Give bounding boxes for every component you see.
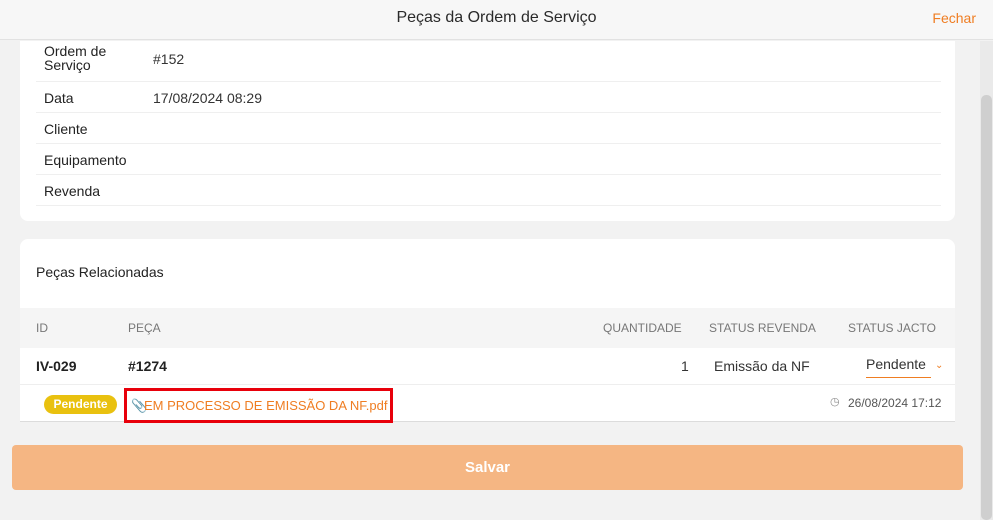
part-quantity: 1: [681, 358, 689, 374]
info-row-equipment: Equipamento: [36, 144, 941, 175]
scrollbar[interactable]: [980, 41, 993, 520]
modal-title: Peças da Ordem de Serviço: [396, 9, 597, 26]
status-badge: Pendente: [44, 395, 117, 414]
column-header-part: PEÇA: [128, 321, 161, 335]
service-order-info-card: Ordem de Serviço #152 Data 17/08/2024 08…: [20, 41, 955, 221]
modal-header: Peças da Ordem de Serviço Fechar: [0, 0, 993, 40]
info-label: Equipamento: [44, 152, 127, 168]
table-row: IV-029 #1274 1 Emissão da NF Pendente ⌄: [20, 348, 955, 385]
modal-body[interactable]: Ordem de Serviço #152 Data 17/08/2024 08…: [0, 41, 980, 520]
info-row-order: Ordem de Serviço #152: [36, 41, 941, 82]
section-title: Peças Relacionadas: [36, 264, 164, 280]
info-row-client: Cliente: [36, 113, 941, 144]
scrollbar-thumb[interactable]: [981, 95, 992, 520]
info-label: Revenda: [44, 183, 101, 199]
column-header-quantity: QUANTIDADE: [603, 321, 682, 335]
attachment-row: Pendente 📎 EM PROCESSO DE EMISSÃO DA NF.…: [20, 385, 955, 423]
status-revenda: Emissão da NF: [714, 358, 810, 374]
part-id: IV-029: [36, 358, 77, 374]
attachment-filename[interactable]: EM PROCESSO DE EMISSÃO DA NF.pdf: [144, 398, 387, 413]
info-label: Cliente: [44, 121, 88, 137]
info-label: Data: [44, 90, 74, 106]
save-button[interactable]: Salvar: [12, 445, 963, 490]
part-number: #1274: [128, 358, 167, 374]
info-value: 17/08/2024 08:29: [153, 90, 262, 106]
attachment-link[interactable]: 📎 EM PROCESSO DE EMISSÃO DA NF.pdf: [124, 388, 393, 423]
column-header-id: ID: [36, 321, 48, 335]
chevron-down-icon[interactable]: ⌄: [935, 360, 943, 371]
close-button[interactable]: Fechar: [932, 10, 976, 26]
column-header-status-revenda: STATUS REVENDA: [709, 321, 816, 335]
column-header-status-jacto: STATUS JACTO: [848, 321, 937, 335]
info-row-date: Data 17/08/2024 08:29: [36, 82, 941, 113]
status-jacto-select[interactable]: Pendente: [866, 356, 931, 378]
info-row-reseller: Revenda: [36, 175, 941, 206]
related-parts-card: Peças Relacionadas ID PEÇA QUANTIDADE ST…: [20, 239, 955, 423]
attachment-date: 26/08/2024 17:12: [848, 396, 942, 410]
info-value: #152: [153, 51, 185, 67]
info-label: Ordem de Serviço: [44, 43, 107, 73]
table-header: ID PEÇA QUANTIDADE STATUS REVENDA STATUS…: [20, 308, 955, 348]
clock-icon: ◷: [830, 396, 840, 408]
